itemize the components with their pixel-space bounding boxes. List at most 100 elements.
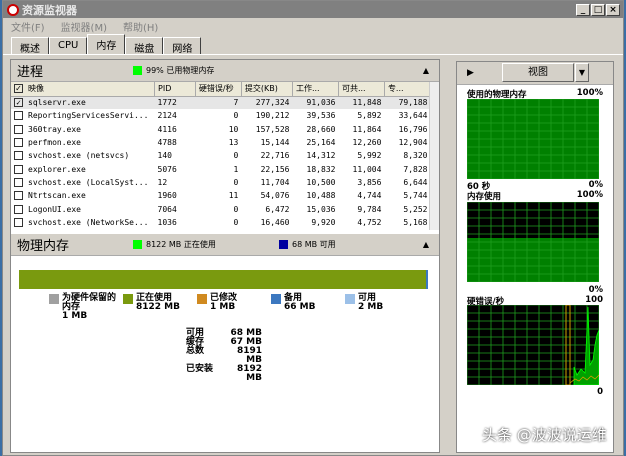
process-row[interactable]: svchost.exe (netsvcs) 140 0 22,716 14,312 5,9… bbox=[11, 149, 431, 162]
category-value: 8122 MB bbox=[136, 302, 180, 312]
memory-category: 为硬件保留的内存 1 MB bbox=[49, 294, 117, 321]
view-button[interactable]: 视图 bbox=[502, 63, 574, 82]
row-checkbox[interactable] bbox=[14, 191, 23, 201]
row-checkbox[interactable] bbox=[14, 177, 23, 187]
cell: 11,848 bbox=[352, 98, 382, 108]
row-checkbox[interactable] bbox=[14, 138, 23, 148]
process-row[interactable]: svchost.exe (NetworkSe... 1036 0 16,460 9,92… bbox=[11, 216, 431, 229]
view-dropdown-icon[interactable]: ▼ bbox=[575, 63, 589, 82]
column-header[interactable]: ✓ 映像 bbox=[11, 82, 156, 97]
cell: 7 bbox=[233, 98, 239, 108]
cell: 10 bbox=[228, 124, 239, 134]
cell: 157,528 bbox=[255, 124, 290, 134]
collapse-icon[interactable]: ▲ bbox=[423, 240, 429, 249]
cell: 7064 bbox=[157, 204, 177, 214]
process-row[interactable]: svchost.exe (LocalSyst... 12 0 11,704 10,500… bbox=[11, 176, 431, 189]
tab-bar: 概述 CPU 内存 磁盘 网络 bbox=[3, 34, 623, 55]
cell: 1772 bbox=[157, 98, 177, 108]
row-checkbox[interactable] bbox=[14, 151, 23, 161]
cell: explorer.exe bbox=[28, 164, 86, 174]
cell: 5,992 bbox=[357, 151, 382, 161]
cell: 15,144 bbox=[260, 138, 290, 148]
category-value: 1 MB bbox=[62, 311, 88, 321]
memory-category: 正在使用 8122 MB bbox=[123, 294, 196, 312]
maximize-button[interactable]: □ bbox=[591, 3, 605, 16]
process-row[interactable]: Ntrtscan.exe 1960 11 54,076 10,488 4,744 5,744 bbox=[11, 189, 431, 202]
physical-memory-title: 物理内存 bbox=[17, 239, 70, 254]
cell: 11 bbox=[228, 191, 239, 201]
process-row[interactable]: perfmon.exe 4788 13 15,144 25,164 12,260 12,90… bbox=[11, 136, 431, 149]
row-checkbox[interactable] bbox=[14, 164, 23, 174]
cell: 3,856 bbox=[357, 177, 382, 187]
column-header[interactable]: 可共... bbox=[338, 82, 385, 97]
hard-faults-graph bbox=[467, 305, 599, 385]
category-swatch bbox=[197, 294, 207, 304]
column-header[interactable]: 提交(KB) bbox=[241, 82, 293, 97]
cell: 4788 bbox=[157, 138, 177, 148]
column-label: 硬错误/秒 bbox=[198, 84, 234, 94]
cell: 2124 bbox=[157, 111, 177, 121]
physical-memory-header[interactable]: 物理内存 8122 MB 正在使用 68 MB 可用 ▲ bbox=[11, 234, 439, 256]
processes-header[interactable]: 进程 99% 已用物理内存 ▲ bbox=[11, 60, 439, 82]
tab-disk[interactable]: 磁盘 bbox=[125, 37, 164, 55]
cell: 5,168 bbox=[403, 217, 428, 227]
minimize-button[interactable]: _ bbox=[576, 3, 590, 16]
menu-help[interactable]: 帮助(H) bbox=[123, 19, 158, 34]
menu-file[interactable]: 文件(F) bbox=[11, 19, 45, 34]
graph3-min: 0 bbox=[597, 387, 603, 397]
cell: 5076 bbox=[157, 164, 177, 174]
available-legend: 68 MB 可用 bbox=[292, 240, 336, 249]
cell: 4,744 bbox=[357, 191, 382, 201]
cell: 4116 bbox=[157, 124, 177, 134]
process-row[interactable]: ✓ sqlservr.exe 1772 7 277,324 91,036 11,848 79,… bbox=[11, 96, 431, 110]
graph2-min: 0% bbox=[588, 285, 603, 295]
menu-monitor[interactable]: 监视器(M) bbox=[61, 19, 107, 34]
column-label: 专... bbox=[387, 84, 404, 94]
cell: svchost.exe (netsvcs) bbox=[28, 151, 130, 161]
in-use-swatch bbox=[133, 240, 142, 249]
row-checkbox[interactable] bbox=[14, 204, 23, 214]
column-header[interactable]: 工作... bbox=[292, 82, 339, 97]
process-row[interactable]: explorer.exe 5076 1 22,156 18,832 11,004 7,828 bbox=[11, 162, 431, 175]
in-use-legend: 8122 MB 正在使用 bbox=[146, 240, 216, 249]
cell: 7,828 bbox=[403, 164, 428, 174]
row-checkbox[interactable]: ✓ bbox=[14, 98, 23, 108]
select-all-checkbox[interactable]: ✓ bbox=[14, 84, 23, 94]
column-header[interactable]: PID bbox=[154, 82, 196, 97]
cell: 33,644 bbox=[398, 111, 428, 121]
column-header[interactable]: 硬错误/秒 bbox=[195, 82, 242, 97]
cell: 13 bbox=[228, 138, 239, 148]
cell: 9,784 bbox=[357, 204, 382, 214]
cell: 0 bbox=[233, 217, 239, 227]
column-header[interactable]: 专... bbox=[384, 82, 432, 97]
cell: 16,460 bbox=[260, 217, 290, 227]
row-checkbox[interactable] bbox=[14, 217, 23, 227]
collapse-icon[interactable]: ▲ bbox=[423, 66, 429, 75]
tab-network[interactable]: 网络 bbox=[163, 37, 202, 55]
process-scrollbar[interactable] bbox=[429, 82, 439, 230]
process-row[interactable]: 360tray.exe 4116 10 157,528 28,660 11,864 16,7… bbox=[11, 123, 431, 136]
memory-usage-graph bbox=[467, 202, 599, 282]
cell: 22,716 bbox=[260, 151, 290, 161]
tab-cpu[interactable]: CPU bbox=[49, 37, 88, 54]
cell: svchost.exe (NetworkSe... bbox=[28, 217, 149, 227]
graph2-title: 内存使用 bbox=[467, 192, 502, 202]
close-button[interactable]: × bbox=[606, 3, 620, 16]
cell: 11,004 bbox=[352, 164, 382, 174]
watermark: 头条 @波波说运维 bbox=[482, 426, 607, 444]
resource-monitor-window: 资源监视器 _ □ × 文件(F) 监视器(M) 帮助(H) 概述 CPU 内存… bbox=[2, 0, 624, 456]
summary-label: 总数 bbox=[186, 346, 205, 356]
memory-category: 已修改 1 MB bbox=[197, 294, 270, 312]
tab-overview[interactable]: 概述 bbox=[11, 37, 49, 55]
cell: svchost.exe (LocalSyst... bbox=[28, 177, 149, 187]
memory-usage-bar bbox=[19, 270, 429, 289]
cell: 14,312 bbox=[306, 151, 336, 161]
expand-arrow-icon[interactable]: ▶ bbox=[467, 68, 474, 78]
process-row[interactable]: LogonUI.exe 7064 0 6,472 15,036 9,784 5,252 bbox=[11, 202, 431, 215]
process-row[interactable]: ReportingServicesServi... 2124 0 190,212 39,… bbox=[11, 109, 431, 122]
cell: 39,536 bbox=[306, 111, 336, 121]
row-checkbox[interactable] bbox=[14, 111, 23, 121]
memory-category: 可用 2 MB bbox=[345, 294, 418, 312]
row-checkbox[interactable] bbox=[14, 124, 23, 134]
tab-memory[interactable]: 内存 bbox=[87, 34, 126, 54]
